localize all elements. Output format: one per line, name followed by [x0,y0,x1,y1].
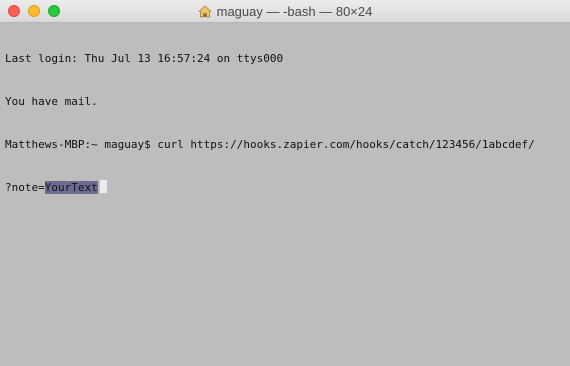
terminal-line: Matthews-MBP:~ maguay$ curl https://hook… [5,137,535,151]
selected-text[interactable]: YourText [44,181,98,195]
terminal-output[interactable]: Last login: Thu Jul 13 16:57:24 on ttys0… [5,24,565,223]
text-cursor [99,180,107,194]
terminal-line: You have mail. [5,95,98,108]
title-bar[interactable]: maguay — -bash — 80×24 [0,0,570,23]
window-title: maguay — -bash — 80×24 [0,0,570,22]
terminal-input-line[interactable]: ?note=YourText [5,180,565,195]
terminal-window: maguay — -bash — 80×24 Last login: Thu J… [0,0,570,366]
command-continuation: ?note= [5,181,45,195]
terminal-line: Last login: Thu Jul 13 16:57:24 on ttys0… [5,52,284,66]
home-icon [198,5,212,17]
window-title-text: maguay — -bash — 80×24 [216,3,373,19]
